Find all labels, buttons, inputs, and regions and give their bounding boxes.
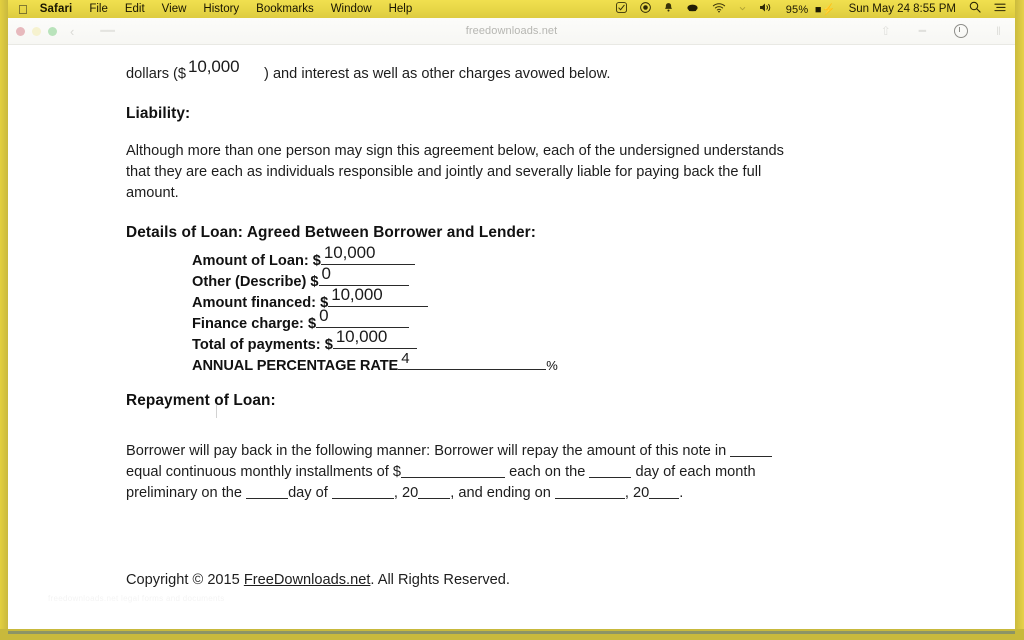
window-frame-left	[0, 0, 8, 640]
repayment-line-2: equal continuous monthly installments of…	[126, 462, 756, 483]
menu-item-window[interactable]: Window	[331, 3, 372, 15]
copyright-line: Copyright © 2015 FreeDownloads.net. All …	[126, 572, 510, 588]
repayment-blank-end-year[interactable]	[649, 485, 680, 499]
repayment-blank-start-year[interactable]	[418, 485, 451, 499]
field-value-amount-financed[interactable]: 10,000	[331, 285, 383, 305]
safari-toolbar: ‹ ━━ freedownloads.net ⇧ ━ ‖	[8, 18, 1015, 45]
repayment-line-2-text-b: each on the	[509, 464, 586, 480]
window-traffic-lights	[16, 26, 57, 36]
repayment-line-3-text-e: , 20	[624, 485, 650, 501]
repayment-line-3-text-b: day of	[288, 485, 328, 501]
record-dot-icon[interactable]	[639, 1, 651, 17]
field-label-other-describe: Other (Describe) $	[192, 274, 319, 290]
menu-item-safari[interactable]: Safari	[40, 3, 73, 15]
repayment-blank-installment-amount[interactable]	[401, 464, 506, 478]
field-value-amount-of-loan[interactable]: 10,000	[324, 243, 376, 263]
screen:  Safari File Edit View History Bookmark…	[0, 0, 1024, 640]
window-frame-right	[1015, 0, 1024, 640]
clipped-dollars-value: 10,000	[188, 57, 240, 76]
loan-details-fields: Amount of Loan: $10,000 Other (Describe)…	[192, 243, 558, 378]
battery-status[interactable]: 95% ■⚡	[786, 3, 836, 16]
repayment-line-2-text-a: equal continuous monthly installments of…	[126, 464, 402, 480]
repayment-line-1: Borrower will pay back in the following …	[126, 441, 773, 462]
repayment-blank-start-month[interactable]	[331, 485, 394, 499]
field-row-amount-of-loan: Amount of Loan: $10,000	[192, 243, 558, 270]
show-tabs-icon[interactable]: ━	[919, 25, 926, 37]
repayment-of-loan-heading: Repayment of Loan:	[126, 392, 276, 409]
list-lines-icon[interactable]	[994, 2, 1006, 17]
repayment-blank-end-month[interactable]	[554, 485, 625, 499]
clipped-dollars-line: dollars ($ 10,000 ) and interest as well a…	[126, 57, 611, 85]
back-arrow-icon[interactable]: ‹	[70, 25, 74, 38]
details-of-loan-heading: Details of Loan: Agreed Between Borrower…	[126, 224, 536, 241]
menu-item-history[interactable]: History	[203, 3, 239, 15]
text-caret	[216, 405, 217, 418]
battery-charging-icon: ■⚡	[811, 3, 836, 16]
window-frame-bottom-accent	[8, 631, 1015, 634]
clipped-dollars-tail: ) and interest as well as other charges …	[264, 66, 611, 82]
zoom-button[interactable]	[48, 26, 57, 36]
copyright-suffix: . All Rights Reserved.	[370, 572, 510, 588]
wifi-icon[interactable]	[712, 2, 726, 17]
sidebar-toggle-icon[interactable]: ‖	[996, 25, 1001, 37]
window-title: freedownloads.net	[465, 25, 558, 37]
document-page: dollars ($ 10,000) and interest as well a…	[8, 45, 1015, 629]
dropbox-icon[interactable]	[686, 2, 699, 17]
repayment-line-3-text-f: .	[679, 485, 684, 501]
liability-line-2: that they are each as individuals respon…	[126, 164, 762, 180]
percent-sign-label: %	[546, 358, 558, 373]
volume-icon[interactable]	[759, 2, 773, 17]
bell-icon[interactable]	[664, 2, 673, 17]
repayment-blank-start-day[interactable]	[246, 485, 289, 499]
liability-line-3: amount.	[126, 185, 179, 201]
liability-heading: Liability:	[126, 105, 191, 122]
field-row-amount-financed: Amount financed: $10,000	[192, 285, 558, 312]
repayment-blank-day[interactable]	[589, 464, 632, 478]
address-field-placeholder[interactable]: ━━	[100, 25, 114, 37]
field-label-amount-of-loan: Amount of Loan: $	[192, 253, 321, 269]
freedownloads-link[interactable]: FreeDownloads.net	[244, 572, 371, 588]
field-label-amount-financed: Amount financed: $	[192, 295, 329, 311]
apple-icon[interactable]: 	[18, 3, 28, 16]
repayment-line-3: preliminary on the day of , 20 , and endi…	[126, 483, 683, 504]
field-label-finance-charge: Finance charge: $	[192, 316, 317, 332]
repayment-line-2-text-c: day of each month	[635, 464, 756, 480]
field-value-other-describe[interactable]: 0	[322, 264, 331, 284]
menu-item-view[interactable]: View	[162, 3, 187, 15]
field-value-annual-percentage-rate[interactable]: 4	[401, 350, 409, 367]
minimize-button[interactable]	[32, 26, 41, 36]
battery-percent-label: 95%	[785, 3, 809, 16]
menu-bar-clock[interactable]: Sun May 24 8:55 PM	[849, 3, 956, 15]
chevron-small-icon[interactable]	[739, 3, 746, 15]
repayment-line-3-text-c: , 20	[393, 485, 419, 501]
menu-item-help[interactable]: Help	[389, 3, 413, 15]
field-value-total-of-payments[interactable]: 10,000	[336, 327, 388, 347]
field-row-total-of-payments: Total of payments: $10,000	[192, 327, 558, 354]
toolbar-right-group: ⇧ ━ ‖	[881, 24, 1001, 38]
gear-icon[interactable]	[954, 24, 969, 38]
menu-item-file[interactable]: File	[89, 3, 108, 15]
field-value-finance-charge[interactable]: 0	[319, 306, 328, 326]
repayment-line-3-text-a: preliminary on the	[126, 485, 242, 501]
repayment-line-3-text-d: , and ending on	[450, 485, 551, 501]
page-watermark: freedownloads.net legal forms and docume…	[48, 594, 225, 603]
share-icon[interactable]: ⇧	[881, 25, 891, 37]
repayment-line-1-text: Borrower will pay back in the following …	[126, 443, 727, 459]
safari-window: ‹ ━━ freedownloads.net ⇧ ━ ‖ dollars ($ 1…	[8, 18, 1015, 629]
macos-menu-bar:  Safari File Edit View History Bookmark…	[8, 0, 1015, 18]
close-button[interactable]	[16, 26, 25, 36]
copyright-prefix: Copyright © 2015	[126, 572, 244, 588]
field-label-total-of-payments: Total of payments: $	[192, 337, 333, 353]
clipped-dollars-text: dollars ($	[126, 66, 187, 82]
menu-item-edit[interactable]: Edit	[125, 3, 145, 15]
menu-item-bookmarks[interactable]: Bookmarks	[256, 3, 314, 15]
liability-line-1: Although more than one person may sign t…	[126, 143, 784, 159]
checkbox-checked-icon[interactable]	[615, 1, 627, 17]
field-row-annual-percentage-rate: ANNUAL PERCENTAGE RATE 4%	[192, 350, 558, 378]
field-label-annual-percentage-rate: ANNUAL PERCENTAGE RATE	[192, 358, 399, 374]
menu-bar-status-area: 95% ■⚡ Sun May 24 8:55 PM	[615, 1, 1006, 17]
search-icon[interactable]	[969, 1, 981, 17]
repayment-blank-installments-count[interactable]	[730, 443, 773, 457]
